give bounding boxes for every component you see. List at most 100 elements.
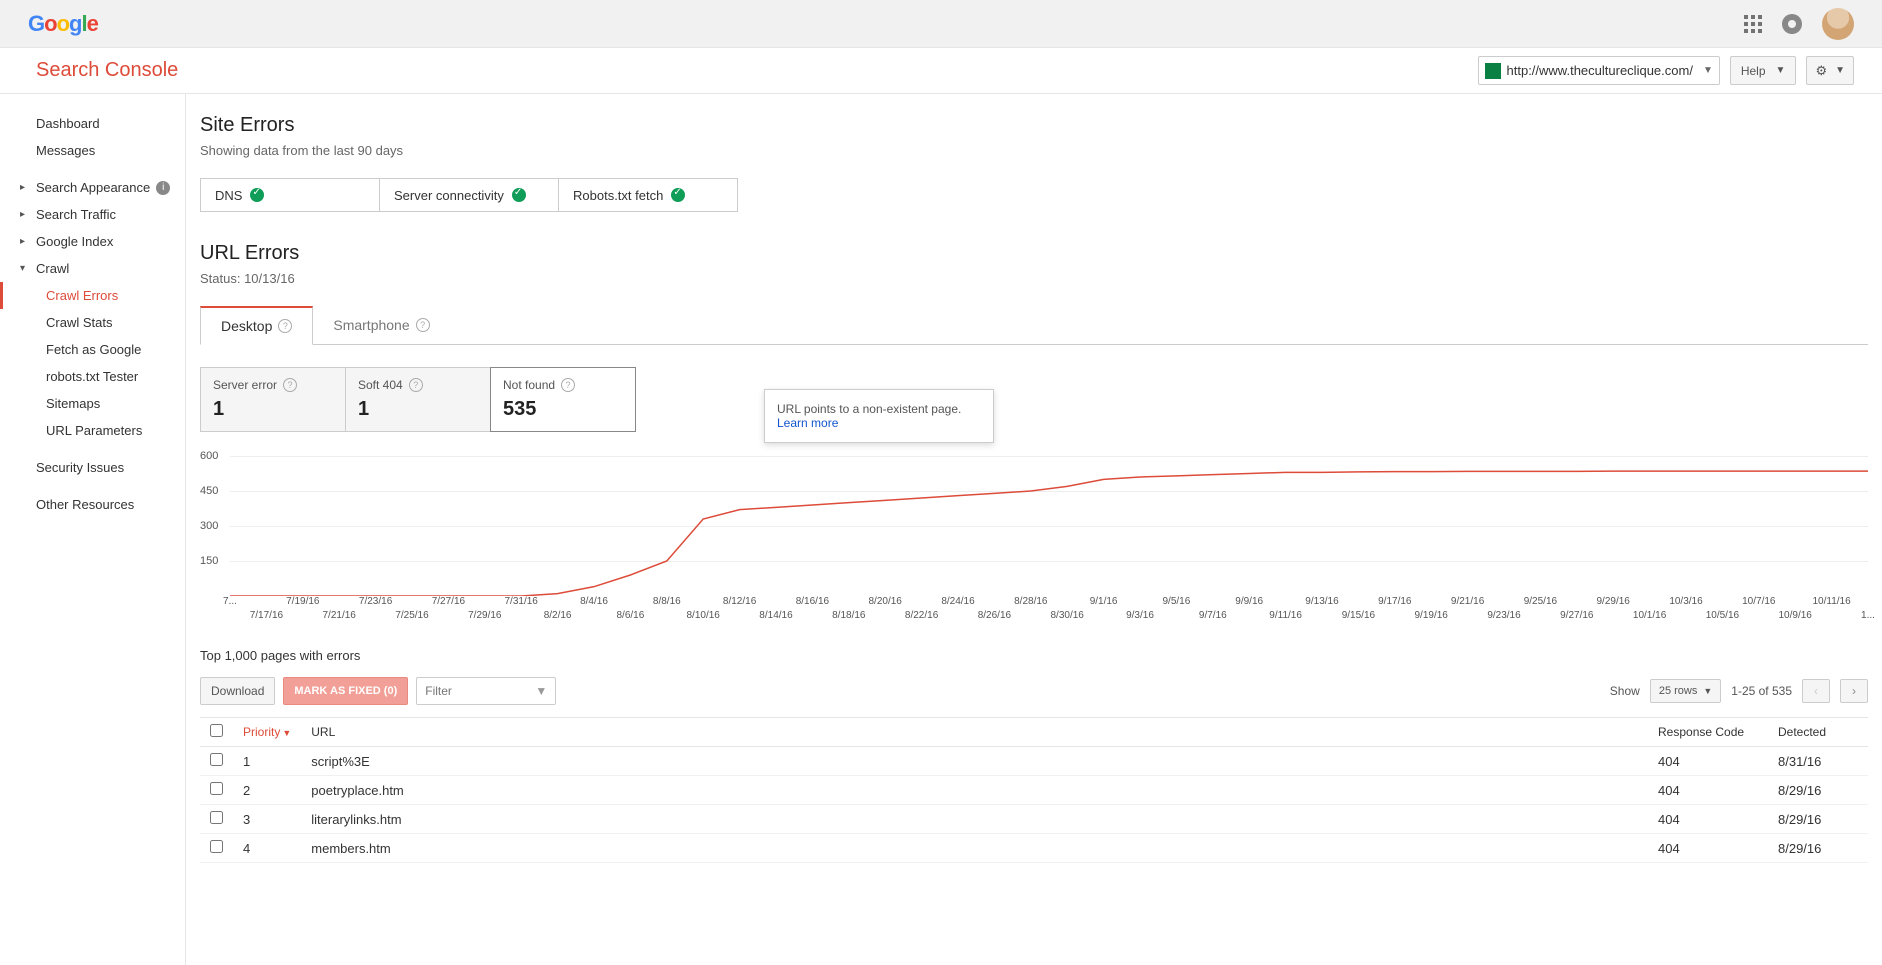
metric-not-found[interactable]: Not found? 535	[490, 367, 636, 432]
row-checkbox[interactable]	[210, 753, 223, 766]
tab-smartphone[interactable]: Smartphone ?	[313, 306, 449, 344]
help-icon[interactable]: ?	[409, 378, 423, 392]
prev-page-button[interactable]: ‹	[1802, 679, 1830, 703]
sidebar-item-url-parameters[interactable]: URL Parameters	[0, 417, 185, 444]
status-label: Server connectivity	[394, 188, 504, 203]
row-checkbox[interactable]	[210, 811, 223, 824]
tab-label: Desktop	[221, 318, 272, 334]
y-tick: 150	[200, 555, 218, 567]
table-section: Top 1,000 pages with errors Download MAR…	[200, 648, 1868, 863]
x-tick: 9/23/16	[1487, 610, 1520, 621]
chevron-right-icon: ▸	[20, 182, 32, 193]
metric-server-error[interactable]: Server error? 1	[200, 367, 346, 432]
tab-desktop[interactable]: Desktop ?	[200, 306, 313, 345]
sidebar-item-google-index[interactable]: ▸ Google Index	[0, 228, 185, 255]
help-button[interactable]: Help ▼	[1730, 56, 1797, 85]
x-tick: 7/23/16	[359, 596, 392, 607]
x-tick: 7...	[223, 596, 237, 607]
site-selector[interactable]: http://www.thecultureclique.com/ ▼	[1478, 56, 1720, 85]
app-title: Search Console	[36, 59, 178, 82]
x-tick: 9/19/16	[1415, 610, 1448, 621]
site-favicon-icon	[1485, 63, 1501, 79]
settings-button[interactable]: ⚙ ▼	[1806, 56, 1854, 85]
table-row[interactable]: 4members.htm4048/29/16	[200, 834, 1868, 863]
x-tick: 9/29/16	[1597, 596, 1630, 607]
x-tick: 9/17/16	[1378, 596, 1411, 607]
col-detected[interactable]: Detected	[1768, 718, 1868, 747]
x-tick: 10/1/16	[1633, 610, 1666, 621]
notifications-icon[interactable]	[1782, 14, 1802, 34]
google-logo[interactable]: Google	[28, 11, 98, 37]
device-tabs: Desktop ? Smartphone ?	[200, 306, 1868, 345]
x-tick: 7/17/16	[250, 610, 283, 621]
x-tick: 10/9/16	[1779, 610, 1812, 621]
url-errors-title: URL Errors	[200, 242, 1882, 265]
x-tick: 8/18/16	[832, 610, 865, 621]
col-priority[interactable]: Priority▼	[233, 718, 301, 747]
sidebar-item-robots-tester[interactable]: robots.txt Tester	[0, 363, 185, 390]
main: Dashboard Messages ▸ Search Appearance i…	[0, 94, 1882, 965]
metric-soft-404[interactable]: Soft 404? 1	[345, 367, 491, 432]
x-tick: 9/27/16	[1560, 610, 1593, 621]
x-tick: 9/15/16	[1342, 610, 1375, 621]
cell-response: 404	[1648, 747, 1768, 776]
col-response[interactable]: Response Code	[1648, 718, 1768, 747]
col-url[interactable]: URL	[301, 718, 1648, 747]
filter-input[interactable]	[425, 684, 535, 698]
sidebar-item-search-traffic[interactable]: ▸ Search Traffic	[0, 201, 185, 228]
mark-fixed-button[interactable]: MARK AS FIXED (0)	[283, 677, 408, 705]
x-tick: 10/11/16	[1813, 596, 1851, 607]
help-icon[interactable]: ?	[278, 319, 292, 333]
download-button[interactable]: Download	[200, 677, 275, 705]
tab-label: Smartphone	[333, 317, 409, 333]
x-tick: 8/20/16	[869, 596, 902, 607]
help-icon[interactable]: ?	[283, 378, 297, 392]
sidebar-item-dashboard[interactable]: Dashboard	[0, 110, 185, 137]
rows-label: 25 rows	[1659, 685, 1698, 697]
sidebar-item-sitemaps[interactable]: Sitemaps	[0, 390, 185, 417]
help-icon[interactable]: ?	[416, 318, 430, 332]
sidebar-label: Google Index	[36, 234, 113, 249]
x-tick: 10/5/16	[1706, 610, 1739, 621]
topbar: Google	[0, 0, 1882, 48]
sidebar-label: Search Appearance	[36, 180, 150, 195]
rows-select[interactable]: 25 rows ▼	[1650, 679, 1721, 703]
cell-url: members.htm	[301, 834, 1648, 863]
sidebar-label: Crawl	[36, 261, 69, 276]
learn-more-link[interactable]: Learn more	[777, 416, 838, 430]
filter-box[interactable]: ▼	[416, 677, 556, 705]
table-row[interactable]: 3literarylinks.htm4048/29/16	[200, 805, 1868, 834]
sidebar-item-crawl-stats[interactable]: Crawl Stats	[0, 309, 185, 336]
apps-icon[interactable]	[1744, 15, 1762, 33]
gear-icon: ⚙	[1815, 63, 1827, 79]
sidebar-item-messages[interactable]: Messages	[0, 137, 185, 164]
metric-value: 1	[213, 398, 333, 421]
x-tick: 8/8/16	[653, 596, 681, 607]
select-all-checkbox[interactable]	[210, 724, 223, 737]
sidebar-item-search-appearance[interactable]: ▸ Search Appearance i	[0, 174, 185, 201]
avatar[interactable]	[1822, 8, 1854, 40]
x-tick: 9/21/16	[1451, 596, 1484, 607]
x-tick: 8/2/16	[544, 610, 572, 621]
table-title: Top 1,000 pages with errors	[200, 648, 1868, 663]
help-icon[interactable]: ?	[561, 378, 575, 392]
sidebar-item-crawl[interactable]: ▾ Crawl	[0, 255, 185, 282]
table-row[interactable]: 1script%3E4048/31/16	[200, 747, 1868, 776]
sidebar-item-other-resources[interactable]: Other Resources	[0, 491, 185, 518]
cell-priority: 2	[233, 776, 301, 805]
row-checkbox[interactable]	[210, 782, 223, 795]
x-tick: 7/27/16	[432, 596, 465, 607]
url-errors-status: Status: 10/13/16	[200, 271, 1882, 286]
table-row[interactable]: 2poetryplace.htm4048/29/16	[200, 776, 1868, 805]
sidebar-item-fetch-as-google[interactable]: Fetch as Google	[0, 336, 185, 363]
row-checkbox[interactable]	[210, 840, 223, 853]
info-icon[interactable]: i	[156, 181, 170, 195]
status-server[interactable]: Server connectivity	[379, 178, 559, 212]
next-page-button[interactable]: ›	[1840, 679, 1868, 703]
subbar: Search Console http://www.theculturecliq…	[0, 48, 1882, 94]
cell-detected: 8/29/16	[1768, 834, 1868, 863]
status-dns[interactable]: DNS	[200, 178, 380, 212]
sidebar-item-security-issues[interactable]: Security Issues	[0, 454, 185, 481]
status-robots[interactable]: Robots.txt fetch	[558, 178, 738, 212]
sidebar-item-crawl-errors[interactable]: Crawl Errors	[0, 282, 185, 309]
